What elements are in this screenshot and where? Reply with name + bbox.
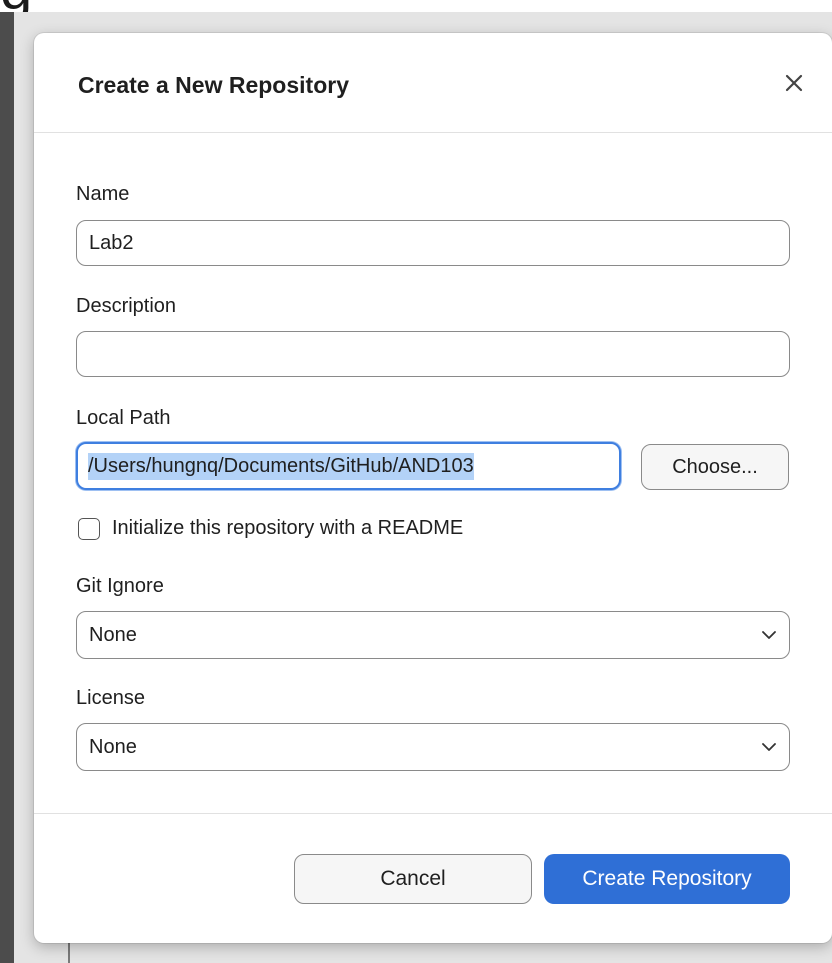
readme-checkbox[interactable] (78, 517, 100, 540)
readme-checkbox-label: Initialize this repository with a README (112, 517, 464, 539)
readme-option[interactable]: Initialize this repository with a README (78, 517, 463, 540)
description-input[interactable] (76, 331, 790, 377)
description-label: Description (76, 295, 177, 317)
choose-path-button[interactable]: Choose... (641, 444, 789, 490)
name-input[interactable] (76, 220, 790, 266)
dialog-title: Create a New Repository (78, 72, 349, 98)
git-ignore-value: None (89, 623, 137, 646)
license-value: None (89, 735, 137, 758)
license-select[interactable]: None (76, 723, 790, 771)
name-label: Name (76, 183, 130, 205)
background-heading-fragment: g (0, 0, 32, 12)
create-repository-dialog: Create a New Repository Name Description… (34, 33, 832, 943)
chevron-down-icon (762, 743, 776, 751)
create-repository-button[interactable]: Create Repository (544, 854, 790, 904)
background-window-top: g (0, 0, 832, 12)
close-icon (785, 74, 803, 92)
license-label: License (76, 687, 145, 709)
local-path-input[interactable]: /Users/hungnq/Documents/GitHub/AND103 (76, 442, 621, 490)
local-path-value: /Users/hungnq/Documents/GitHub/AND103 (88, 452, 474, 480)
footer-divider (34, 813, 832, 814)
dialog-header: Create a New Repository (34, 33, 832, 133)
local-path-label: Local Path (76, 407, 171, 429)
git-ignore-label: Git Ignore (76, 575, 164, 597)
chevron-down-icon (762, 631, 776, 639)
git-ignore-select[interactable]: None (76, 611, 790, 659)
background-sidebar-edge (0, 12, 14, 963)
close-button[interactable] (778, 67, 810, 99)
cancel-button[interactable]: Cancel (294, 854, 532, 904)
